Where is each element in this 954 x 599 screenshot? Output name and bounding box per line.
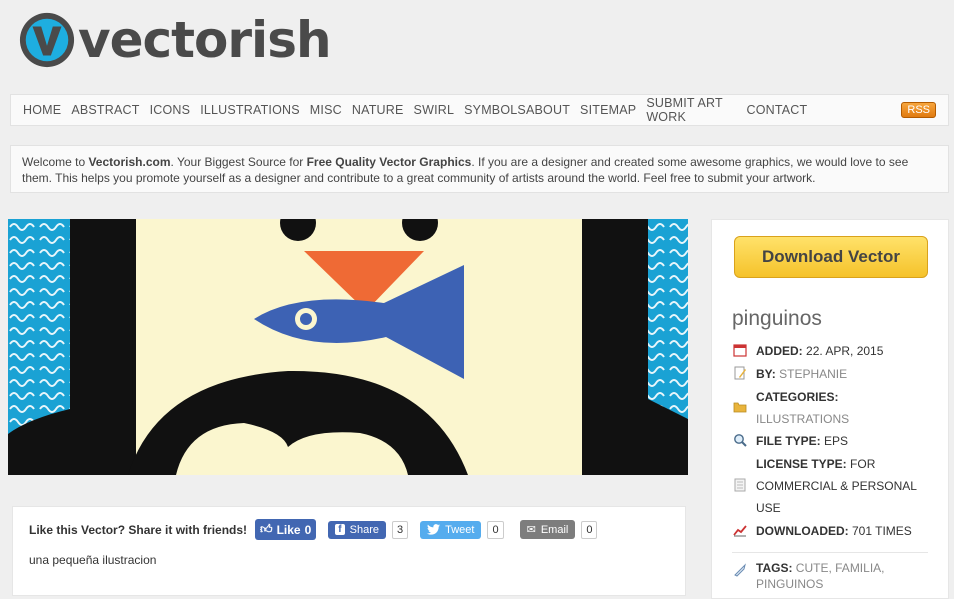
email-share-button[interactable]: ✉︎ Email <box>519 520 576 539</box>
welcome-box: Welcome to Vectorish.com. Your Biggest S… <box>10 145 949 193</box>
pencil-icon <box>732 363 748 385</box>
added-value: 22. APR, 2015 <box>806 344 884 358</box>
tag-icon <box>732 560 748 592</box>
nav-about[interactable]: ABOUT <box>526 103 570 117</box>
nav-categories: HOME ABSTRACT ICONS ILLUSTRATIONS MISC N… <box>23 103 526 117</box>
welcome-text-2: . Your Biggest Source for <box>170 155 307 169</box>
license-key: LICENSE TYPE: <box>756 457 847 471</box>
email-label: Email <box>540 523 569 536</box>
download-vector-button[interactable]: Download Vector <box>734 236 928 278</box>
filetype-value: EPS <box>824 434 849 448</box>
meta-filetype: FILE TYPE: EPS <box>732 430 942 452</box>
tweet-label: Tweet <box>445 523 475 536</box>
nav-submit-artwork[interactable]: SUBMIT ART WORK <box>646 96 736 124</box>
filetype-key: FILE TYPE: <box>756 434 821 448</box>
meta-tags: TAGS: CUTE, FAMILIA, PINGUINOS <box>732 560 942 592</box>
facebook-share-button[interactable]: f Share <box>328 520 386 539</box>
penguin-illustration <box>8 219 688 475</box>
author-link[interactable]: STEPHANIE <box>779 367 847 381</box>
nav-illustrations[interactable]: ILLUSTRATIONS <box>200 103 300 117</box>
magnifier-icon <box>732 430 748 452</box>
share-box: Like this Vector? Share it with friends!… <box>12 506 686 596</box>
facebook-icon: f <box>335 524 345 535</box>
categories-key: CATEGORIES: <box>756 390 839 404</box>
facebook-share-count: 3 <box>392 520 409 539</box>
nav-sitemap[interactable]: SITEMAP <box>580 103 636 117</box>
meta-added: ADDED: 22. APR, 2015 <box>732 340 942 362</box>
tweet-count: 0 <box>487 520 504 539</box>
vector-sidebar: Download Vector pinguinos ADDED: 22. APR… <box>711 219 949 599</box>
downloaded-key: DOWNLOADED: <box>756 524 849 538</box>
thumbs-up-icon: 👍︎ <box>260 522 273 536</box>
share-label: Like this Vector? Share it with friends! <box>29 522 248 537</box>
category-link[interactable]: ILLUSTRATIONS <box>756 412 849 426</box>
vector-title: pinguinos <box>732 307 822 330</box>
calendar-icon <box>732 340 748 362</box>
chart-icon <box>732 520 748 542</box>
sidebar-divider <box>732 552 928 553</box>
vector-description: una pequeña ilustracion <box>29 553 157 567</box>
v-logo-icon <box>19 12 75 68</box>
email-count: 0 <box>581 520 598 539</box>
meta-license: LICENSE TYPE: FOR COMMERCIAL & PERSONAL … <box>732 453 942 519</box>
site-name: vectorish <box>78 11 332 69</box>
nav-swirl[interactable]: SWIRL <box>414 103 455 117</box>
share-row: Like this Vector? Share it with friends!… <box>29 519 598 540</box>
tag-link[interactable]: CUTE <box>796 561 829 575</box>
meta-downloaded: DOWNLOADED: 701 TIMES <box>732 520 942 542</box>
like-label: Like <box>276 522 301 537</box>
downloaded-value: 701 TIMES <box>852 524 912 538</box>
welcome-text-1: Welcome to <box>22 155 89 169</box>
nav-misc[interactable]: MISC <box>310 103 342 117</box>
tweet-button[interactable]: Tweet <box>420 520 482 539</box>
tag-sep: , <box>881 561 885 575</box>
tags-key: TAGS: <box>756 561 793 575</box>
nav-icons[interactable]: ICONS <box>150 103 191 117</box>
document-icon <box>732 453 748 519</box>
facebook-like-button[interactable]: 👍︎ Like 0 <box>255 519 317 540</box>
meta-author: BY: STEPHANIE <box>732 363 942 385</box>
twitter-icon <box>427 524 441 535</box>
nav-contact[interactable]: CONTACT <box>746 103 807 117</box>
folder-icon <box>732 386 748 430</box>
nav-symbols[interactable]: SYMBOLS <box>464 103 526 117</box>
nav-abstract[interactable]: ABSTRACT <box>71 103 139 117</box>
rss-button[interactable]: RSS <box>901 102 936 118</box>
vector-preview-image[interactable] <box>8 219 688 475</box>
by-key: BY: <box>756 367 776 381</box>
welcome-bold: Free Quality Vector Graphics <box>306 155 472 169</box>
main-nav: HOME ABSTRACT ICONS ILLUSTRATIONS MISC N… <box>10 94 949 126</box>
welcome-site: Vectorish.com <box>88 155 171 169</box>
mail-icon: ✉︎ <box>526 524 536 536</box>
nav-pages: ABOUT SITEMAP SUBMIT ART WORK CONTACT RS… <box>526 96 936 124</box>
meta-categories: CATEGORIES: ILLUSTRATIONS <box>732 386 942 430</box>
like-count: 0 <box>304 522 312 537</box>
tag-link[interactable]: FAMILIA <box>835 561 881 575</box>
site-logo[interactable]: vectorish <box>18 10 332 70</box>
tag-link[interactable]: PINGUINOS <box>756 577 823 591</box>
added-key: ADDED: <box>756 344 803 358</box>
facebook-share-label: Share <box>349 523 379 536</box>
nav-home[interactable]: HOME <box>23 103 61 117</box>
nav-nature[interactable]: NATURE <box>352 103 404 117</box>
